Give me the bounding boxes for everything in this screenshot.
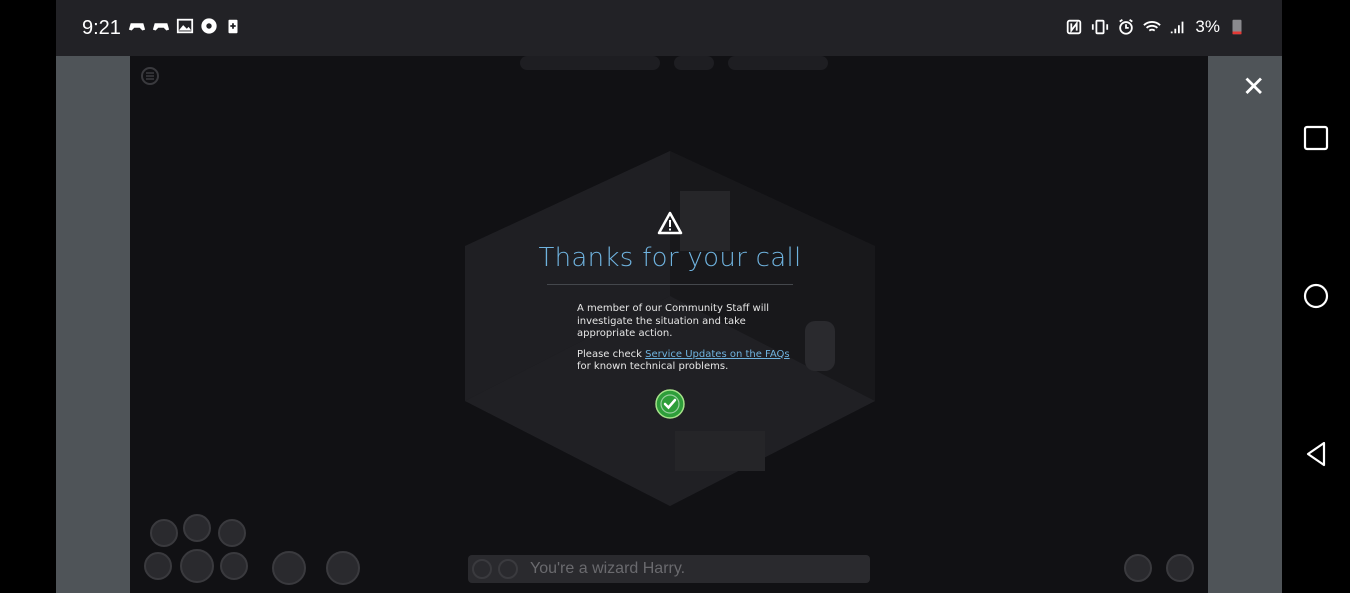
left-side-panel [56, 56, 130, 593]
right-side-panel [1208, 56, 1282, 593]
image-icon [176, 18, 194, 34]
wave-icon[interactable] [220, 552, 248, 580]
phone-screen: 9:21 3% Thanks for your call A member of… [56, 0, 1282, 593]
settings-pill [728, 56, 828, 70]
avatar-icon[interactable] [180, 549, 214, 583]
friends-icon[interactable] [150, 519, 178, 547]
shop-cart-icon[interactable] [272, 551, 306, 585]
battery-icon [1232, 19, 1242, 35]
currency-pill [520, 56, 660, 70]
warning-triangle-icon [657, 211, 683, 235]
check-circle-icon[interactable] [655, 389, 685, 419]
chat-more-icon[interactable] [498, 559, 518, 579]
exit-room-icon[interactable] [1166, 554, 1194, 582]
status-bar: 9:21 3% [56, 0, 1282, 56]
message-prefix: Please check [577, 348, 646, 360]
game-controller-icon [152, 23, 170, 31]
inbox-icon[interactable] [144, 552, 172, 580]
alarm-icon [1119, 19, 1134, 35]
hand-icon[interactable] [183, 514, 211, 542]
nfc-icon [1067, 19, 1082, 35]
chat-style-icon[interactable] [472, 559, 492, 579]
battery-saver-icon [228, 19, 238, 34]
game-viewport: Thanks for your call A member of our Com… [130, 56, 1208, 593]
help-icon[interactable] [1124, 554, 1152, 582]
dialog-divider [547, 284, 793, 285]
vibrate-icon [1092, 19, 1109, 35]
dialog-message-1: A member of our Community Staff will inv… [577, 303, 770, 339]
dialog-message-2: Please check Service Updates on the FAQs… [577, 349, 792, 374]
navigator-icon[interactable] [326, 551, 360, 585]
chat-bar [468, 555, 870, 583]
game-controller-icon [128, 23, 146, 31]
recent-apps-button[interactable] [1302, 124, 1330, 152]
close-button[interactable]: ✕ [1242, 70, 1265, 103]
currency-bar [520, 56, 832, 72]
wifi-icon [1143, 21, 1162, 32]
steering-wheel-icon [201, 18, 217, 34]
chat-input[interactable] [528, 559, 862, 579]
home-button[interactable] [1302, 282, 1330, 310]
badge-icon[interactable] [218, 519, 246, 547]
android-nav-bar [1282, 0, 1350, 593]
menu-icon[interactable] [140, 66, 160, 86]
faq-link[interactable]: Service Updates on the FAQs [645, 349, 790, 360]
status-icons-left [128, 17, 242, 35]
dialog-title: Thanks for your call [538, 243, 802, 273]
signal-icon [1171, 21, 1184, 34]
status-time: 9:21 [82, 17, 121, 39]
status-icons-right: 3% [1065, 17, 1246, 37]
back-button[interactable] [1302, 440, 1330, 468]
message-suffix: for known technical problems. [577, 361, 729, 372]
currency-pill [674, 56, 714, 70]
dialog-message: A member of our Community Staff will inv… [577, 303, 792, 382]
battery-percent: 3% [1195, 17, 1220, 36]
